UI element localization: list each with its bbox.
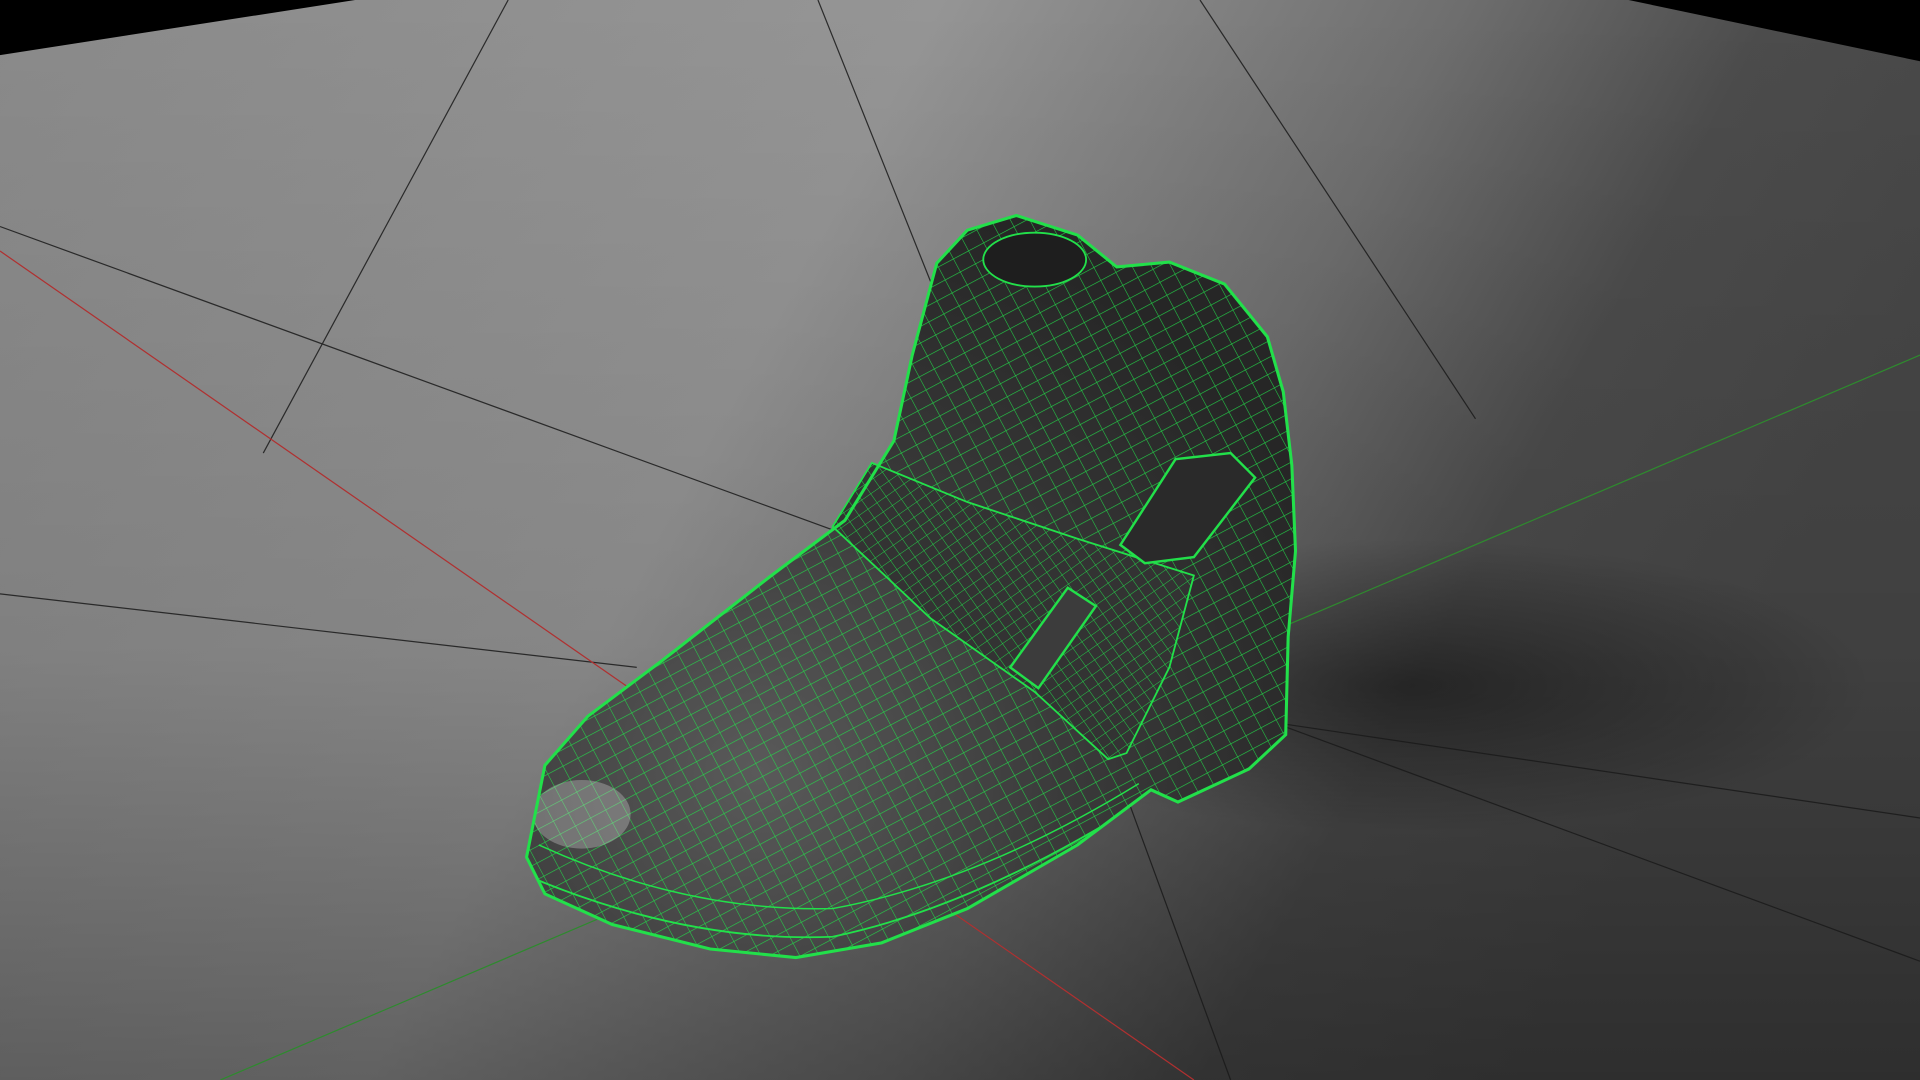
3d-viewport[interactable] [0, 0, 1920, 1080]
shoe-collar-opening [982, 231, 1088, 288]
